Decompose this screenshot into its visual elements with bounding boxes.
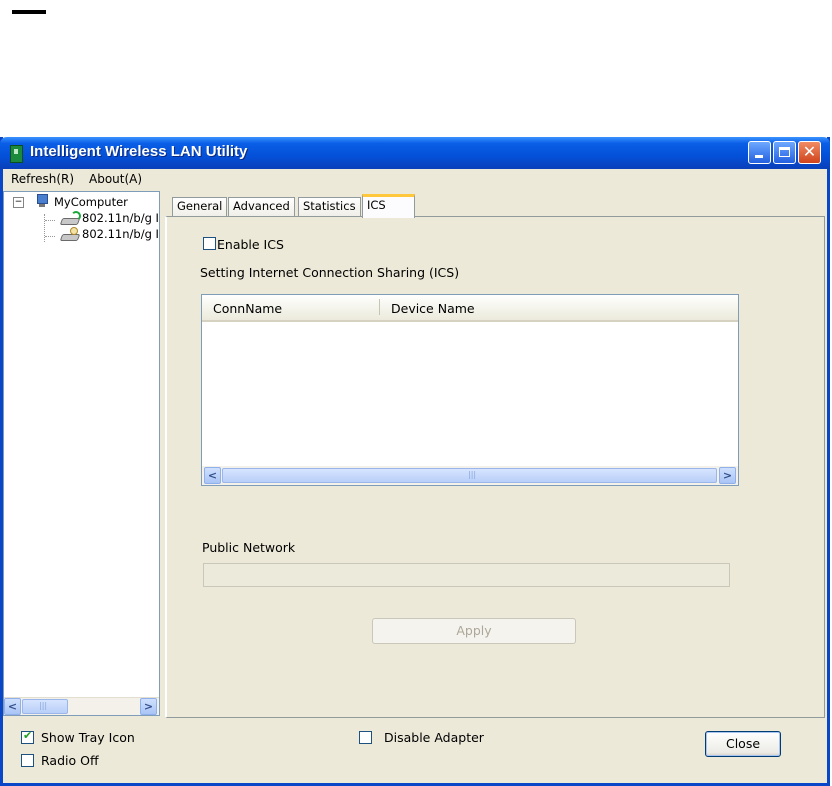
wireless-adapter-inactive-icon bbox=[61, 227, 81, 241]
list-horizontal-scrollbar[interactable]: < ||| > bbox=[202, 466, 738, 485]
tree-item-adapter-1[interactable]: 802.11n/b/g I bbox=[82, 211, 159, 225]
enable-ics-label: Enable ICS bbox=[217, 237, 284, 252]
scroll-left-arrow-icon[interactable]: < bbox=[4, 698, 21, 715]
close-button[interactable]: Close bbox=[705, 731, 781, 757]
minimize-icon bbox=[755, 155, 763, 158]
enable-ics-checkbox[interactable] bbox=[203, 237, 216, 250]
close-icon: ✕ bbox=[802, 142, 817, 161]
tree-expander-icon[interactable]: − bbox=[13, 197, 24, 208]
scroll-grip-icon: ||| bbox=[39, 701, 48, 710]
list-header: ConnName Device Name bbox=[202, 295, 738, 322]
tab-general[interactable]: General bbox=[172, 197, 228, 216]
close-window-button[interactable]: ✕ bbox=[798, 141, 821, 164]
menu-about[interactable]: About(A) bbox=[89, 172, 142, 186]
disable-adapter-checkbox[interactable] bbox=[359, 731, 372, 744]
tab-advanced[interactable]: Advanced bbox=[228, 197, 295, 216]
page-header-mark bbox=[12, 10, 46, 14]
radio-off-checkbox[interactable] bbox=[21, 754, 34, 767]
tab-statistics[interactable]: Statistics bbox=[298, 197, 361, 216]
column-device-name[interactable]: Device Name bbox=[391, 301, 475, 316]
computer-icon bbox=[36, 194, 48, 208]
maximize-icon bbox=[779, 147, 790, 157]
list-scroll-thumb[interactable]: ||| bbox=[222, 468, 717, 483]
list-scroll-grip-icon: ||| bbox=[468, 470, 477, 479]
wireless-adapter-active-icon bbox=[61, 211, 81, 225]
menu-bar: Refresh(R) About(A) bbox=[3, 169, 827, 189]
adapter-tree[interactable]: − MyComputer 802.11n/b/g I 802.11n/b/g I… bbox=[3, 191, 160, 716]
tree-horizontal-scrollbar[interactable]: < ||| > bbox=[4, 697, 159, 715]
minimize-button[interactable] bbox=[748, 141, 771, 164]
public-network-field[interactable] bbox=[203, 563, 730, 587]
radio-off-label: Radio Off bbox=[41, 753, 99, 768]
show-tray-icon-checkbox[interactable] bbox=[21, 729, 34, 744]
ics-connection-list[interactable]: ConnName Device Name < ||| > bbox=[201, 294, 739, 486]
title-bar[interactable]: Intelligent Wireless LAN Utility ✕ bbox=[0, 137, 830, 169]
window-title: Intelligent Wireless LAN Utility bbox=[30, 143, 248, 160]
menu-refresh[interactable]: Refresh(R) bbox=[11, 172, 74, 186]
tree-root-mycomputer[interactable]: MyComputer bbox=[54, 195, 128, 209]
disable-adapter-label: Disable Adapter bbox=[384, 730, 484, 745]
ics-section-title: Setting Internet Connection Sharing (ICS… bbox=[200, 265, 460, 280]
column-connname[interactable]: ConnName bbox=[213, 301, 282, 316]
apply-button[interactable]: Apply bbox=[372, 618, 576, 644]
public-network-label: Public Network bbox=[202, 540, 296, 555]
list-scroll-right-arrow-icon[interactable]: > bbox=[719, 467, 736, 484]
scroll-right-arrow-icon[interactable]: > bbox=[140, 698, 157, 715]
list-scroll-left-arrow-icon[interactable]: < bbox=[204, 467, 221, 484]
tree-item-adapter-2[interactable]: 802.11n/b/g I bbox=[82, 227, 159, 241]
tab-ics[interactable]: ICS bbox=[362, 194, 415, 218]
maximize-button[interactable] bbox=[773, 141, 796, 164]
app-icon bbox=[10, 145, 23, 163]
tree-connector-lines bbox=[44, 214, 60, 242]
tree-scroll-thumb[interactable]: ||| bbox=[22, 699, 68, 714]
show-tray-icon-label: Show Tray Icon bbox=[41, 730, 135, 745]
column-separator[interactable] bbox=[379, 299, 380, 315]
